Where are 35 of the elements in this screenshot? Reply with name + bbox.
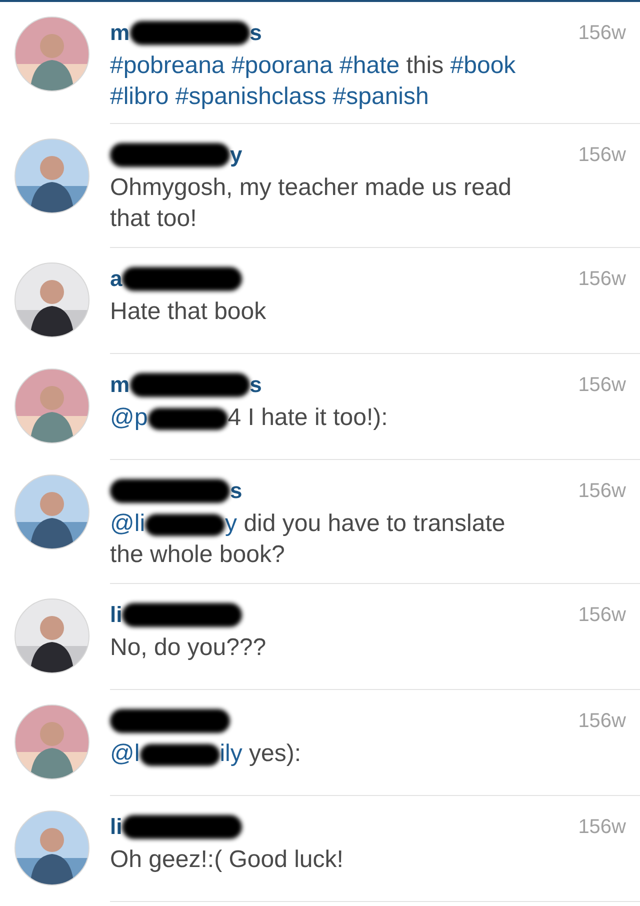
comment-text: the whole book? xyxy=(110,541,285,568)
comment-text: Oh geez!:( Good luck! xyxy=(110,846,344,873)
timestamp: 156w xyxy=(578,604,626,626)
timestamp: 156w xyxy=(578,22,626,44)
timestamp: 156w xyxy=(578,816,626,838)
tag-link[interactable]: #book xyxy=(450,52,516,79)
tag-link[interactable]: y xyxy=(225,510,238,537)
tag-link[interactable]: #libro #spanishclass #spanish xyxy=(110,83,429,110)
tag-link[interactable]: #pobreana #poorana #hate xyxy=(110,52,400,79)
comment-text: Hate that book xyxy=(110,298,266,325)
username[interactable]: s xyxy=(250,20,262,46)
username[interactable]: y xyxy=(230,142,242,168)
username[interactable]: m xyxy=(110,20,130,46)
timestamp: 156w xyxy=(578,268,626,290)
username[interactable]: m xyxy=(110,372,130,398)
username[interactable]: li xyxy=(110,814,122,840)
tag-link[interactable]: @li xyxy=(110,510,146,537)
comment-text: Ohmygosh, my teacher made us read xyxy=(110,174,512,201)
comment-text: 4 I hate it too!): xyxy=(228,404,388,431)
username[interactable]: s xyxy=(250,372,262,398)
timestamp: 156w xyxy=(578,480,626,502)
username[interactable]: li xyxy=(110,602,122,628)
timestamp: 156w xyxy=(578,374,626,396)
comment-text: that too! xyxy=(110,205,197,232)
tag-link[interactable]: ily xyxy=(220,740,242,767)
comment-text: yes): xyxy=(248,740,302,767)
comment-text: No, do you??? xyxy=(110,634,266,661)
timestamp: 156w xyxy=(578,144,626,166)
timestamp: 156w xyxy=(578,710,626,732)
comment-text: did you have to translate xyxy=(242,510,506,537)
comment-text: this xyxy=(405,52,445,79)
username[interactable]: s xyxy=(230,478,242,504)
tag-link[interactable]: @p xyxy=(110,404,148,431)
username[interactable]: a xyxy=(110,266,122,292)
tag-link[interactable]: @l xyxy=(110,740,140,767)
